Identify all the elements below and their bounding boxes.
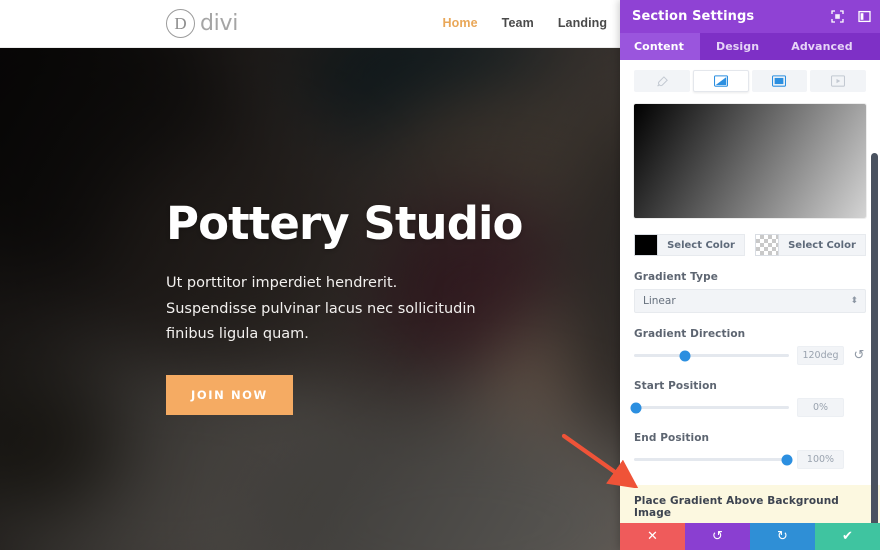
end-position-value[interactable]: 100%: [797, 450, 844, 469]
start-position-label: Start Position: [634, 380, 717, 392]
panel-action-bar: ✕ ↺ ↻ ✔: [620, 523, 880, 550]
tab-advanced[interactable]: Advanced: [775, 33, 868, 60]
site-logo-text: divi: [200, 11, 239, 36]
start-select-color-button[interactable]: Select Color: [658, 234, 745, 256]
end-position-handle[interactable]: [781, 454, 793, 465]
hero-content: Pottery Studio Ut porttitor imperdiet he…: [166, 197, 566, 416]
redo-button[interactable]: ↻: [750, 523, 815, 550]
end-select-color-button[interactable]: Select Color: [779, 234, 866, 256]
tab-design[interactable]: Design: [700, 33, 775, 60]
start-color-swatch[interactable]: [634, 234, 658, 256]
gradient-direction-value[interactable]: 120deg: [797, 346, 844, 365]
gradient-direction-reset-icon[interactable]: ↺: [852, 349, 866, 362]
panel-header: Section Settings: [620, 0, 880, 33]
gradient-type-value: Linear: [643, 295, 676, 307]
end-color-swatch[interactable]: [755, 234, 779, 256]
divi-logo-icon: D: [166, 9, 195, 38]
start-position-handle[interactable]: [630, 402, 642, 413]
end-position-field: End Position 100%: [634, 432, 866, 469]
save-button[interactable]: ✔: [815, 523, 880, 550]
screenshot-root: Pottery Studio Ut porttitor imperdiet he…: [0, 0, 880, 550]
gradient-direction-slider[interactable]: [634, 350, 789, 361]
panel-header-icons: [830, 0, 871, 33]
layout-panel-icon[interactable]: [857, 10, 871, 24]
gradient-color-stops: Select Color Select Color: [634, 234, 866, 256]
start-position-value[interactable]: 0%: [797, 398, 844, 417]
background-color-icon[interactable]: [634, 70, 690, 92]
color-stop-end: Select Color: [755, 234, 866, 256]
gradient-direction-field: Gradient Direction 120deg ↺: [634, 328, 866, 365]
tab-content[interactable]: Content: [620, 33, 700, 60]
end-position-slider-row: 100%: [634, 450, 866, 469]
panel-scrollbar[interactable]: [871, 153, 878, 523]
chevron-updown-icon: ⬍: [850, 295, 858, 306]
hero-subtitle: Ut porttitor imperdiet hendrerit. Suspen…: [166, 275, 476, 342]
start-position-slider[interactable]: [630, 402, 789, 413]
gradient-type-field: Gradient Type Linear ⬍: [634, 271, 866, 313]
gradient-direction-label: Gradient Direction: [634, 328, 746, 340]
start-position-field: Start Position 0%: [630, 380, 866, 417]
hero-title: Pottery Studio: [166, 197, 523, 250]
background-image-icon[interactable]: [751, 70, 808, 92]
undo-button[interactable]: ↺: [685, 523, 750, 550]
expand-icon[interactable]: [830, 10, 844, 24]
nav-item-team[interactable]: Team: [502, 16, 534, 30]
gradient-type-label: Gradient Type: [634, 271, 718, 283]
background-type-tabs: [620, 60, 880, 100]
section-settings-panel: Section Settings Content Design Advanced…: [620, 0, 880, 550]
panel-tabs: Content Design Advanced: [620, 33, 880, 60]
cancel-button[interactable]: ✕: [620, 523, 685, 550]
nav-item-landing[interactable]: Landing: [558, 16, 607, 30]
site-logo[interactable]: D divi: [166, 9, 238, 38]
place-gradient-above-image-field: Place Gradient Above Background Image YE…: [620, 485, 880, 523]
panel-scroll-area: Select Color Select Color Gradient Type …: [620, 60, 880, 523]
panel-title: Section Settings: [632, 9, 755, 24]
gradient-direction-handle[interactable]: [679, 350, 691, 361]
nav-item-home[interactable]: Home: [443, 16, 478, 30]
background-video-icon[interactable]: [810, 70, 866, 92]
background-gradient-icon[interactable]: [692, 70, 749, 92]
place-gradient-above-image-label: Place Gradient Above Background Image: [634, 495, 839, 519]
panel-body: Select Color Select Color Gradient Type …: [620, 60, 880, 523]
gradient-preview[interactable]: [634, 104, 866, 218]
end-position-label: End Position: [634, 432, 710, 444]
gradient-type-select[interactable]: Linear ⬍: [634, 289, 866, 313]
site-nav: Home Team Landing Ga: [443, 16, 648, 30]
start-position-slider-row: 0%: [630, 398, 866, 417]
gradient-direction-slider-row: 120deg ↺: [634, 346, 866, 365]
color-stop-start: Select Color: [634, 234, 745, 256]
join-now-button[interactable]: JOIN NOW: [166, 375, 293, 416]
end-position-slider[interactable]: [634, 454, 793, 465]
